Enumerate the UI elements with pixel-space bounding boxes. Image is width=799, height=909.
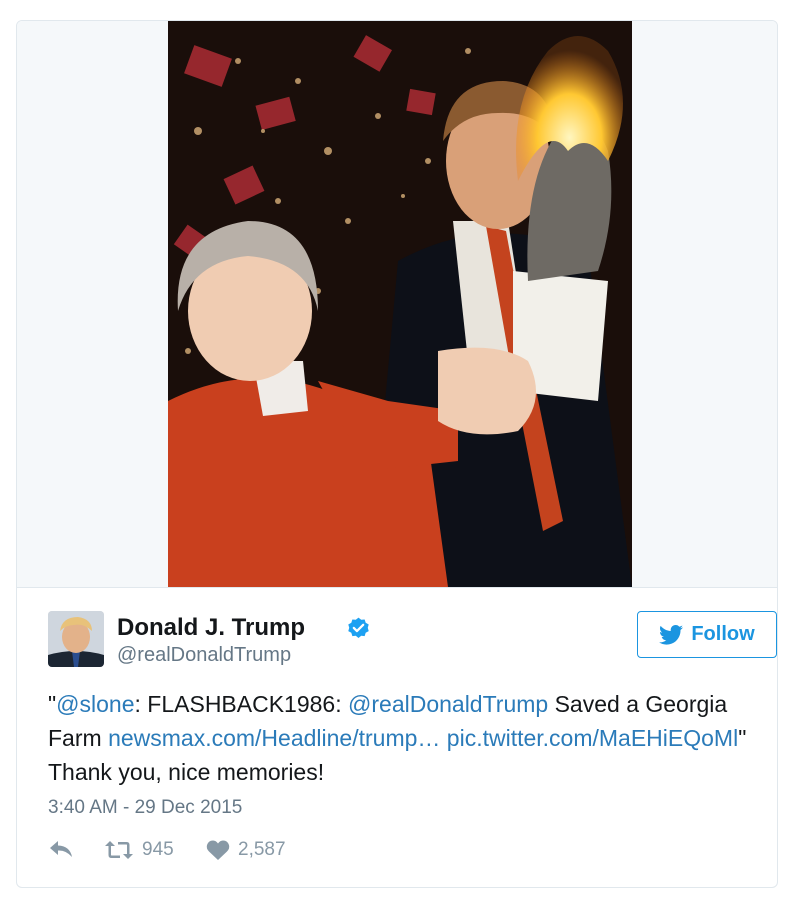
pic-link[interactable]: pic.twitter.com/MaEHiEQoMl	[447, 725, 738, 751]
retweet-count: 945	[142, 839, 174, 860]
reply-action[interactable]	[48, 839, 74, 859]
author-name[interactable]: Donald J. Trump	[117, 614, 305, 642]
author-handle[interactable]: @realDonaldTrump	[117, 644, 291, 667]
retweet-icon	[105, 841, 133, 859]
reply-icon	[50, 841, 72, 857]
tweet-text: "@slone: FLASHBACK1986: @realDonaldTrump…	[48, 687, 748, 789]
verified-badge-icon	[348, 617, 369, 638]
tweet-media[interactable]	[17, 21, 777, 588]
tweet-text-quote: "	[48, 691, 57, 717]
avatar[interactable]	[48, 611, 104, 667]
newsmax-link[interactable]: newsmax.com/Headline/trump…	[108, 725, 440, 751]
tweet-photo[interactable]	[168, 21, 632, 587]
retweet-action[interactable]: 945	[104, 839, 174, 861]
follow-button[interactable]: Follow	[637, 611, 777, 658]
avatar-image	[48, 611, 104, 667]
follow-label: Follow	[691, 623, 755, 645]
photo-illustration	[168, 21, 632, 587]
mention-realdonaldtrump[interactable]: @realDonaldTrump	[348, 691, 548, 717]
bird-icon	[659, 624, 684, 645]
tweet-header: Donald J. Trump @realDonaldTrump Follow	[48, 611, 777, 671]
tweet-timestamp[interactable]: 3:40 AM - 29 Dec 2015	[48, 797, 242, 819]
tweet-actions: 945 2,587	[48, 839, 448, 869]
mention-slone[interactable]: @slone	[56, 691, 134, 717]
like-action[interactable]: 2,587	[206, 839, 286, 861]
like-count: 2,587	[238, 839, 286, 860]
heart-icon	[206, 840, 230, 860]
tweet-card: Donald J. Trump @realDonaldTrump Follow …	[16, 20, 778, 888]
tweet-text-part: : FLASHBACK1986:	[134, 691, 349, 717]
